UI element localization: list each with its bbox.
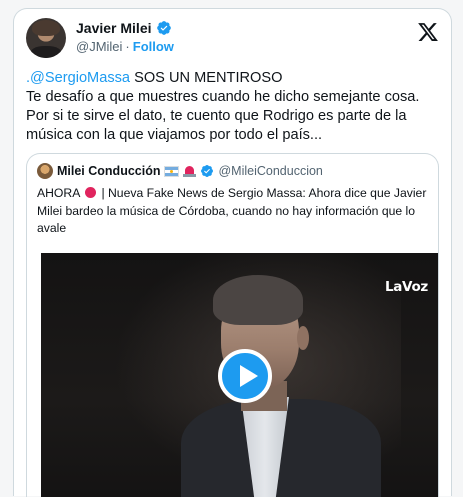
author-display-name[interactable]: Javier Milei [76,20,152,36]
quoted-author-avatar[interactable] [37,163,53,179]
avatar-suit [30,46,62,58]
tweet-header: Javier Milei @JMilei · Follow [26,18,439,58]
mention-link[interactable]: .@SergioMassa [26,70,130,86]
siren-icon [183,165,197,177]
author-name-line: Javier Milei [76,20,172,36]
author-handle[interactable]: @JMilei [76,39,122,54]
quoted-author-handle[interactable]: @MileiConduccion [218,164,322,178]
argentina-flag-icon [164,165,180,177]
author-handle-line: @JMilei · Follow [76,39,174,54]
quoted-tweet-header: Milei Conducción @MileiConduccion [37,163,323,179]
tweet-card: Javier Milei @JMilei · Follow .@SergioMa… [13,8,452,497]
quoted-tweet[interactable]: Milei Conducción @MileiConduccion AHORA … [26,153,439,497]
video-watermark: LaVoz [384,279,428,295]
author-avatar[interactable] [26,18,66,58]
person-hair [213,275,303,325]
quoted-text-prefix: AHORA [37,186,80,200]
handle-separator: · [125,39,130,54]
verified-badge-icon [156,21,171,35]
avatar-hair [32,20,60,36]
red-circle-icon [85,187,97,198]
x-logo-icon[interactable] [417,21,439,43]
follow-button[interactable]: Follow [133,39,174,54]
video-person [181,271,381,497]
verified-badge-icon [201,165,214,177]
play-icon[interactable] [218,349,272,403]
quoted-author-name[interactable]: Milei Conducción [57,164,160,178]
person-ear [297,326,309,350]
video-player[interactable]: LaVoz [41,253,438,497]
quoted-tweet-text: AHORA | Nueva Fake News de Sergio Massa:… [37,185,429,238]
tweet-text: .@SergioMassa SOS UN MENTIROSO Te desafí… [26,69,448,145]
